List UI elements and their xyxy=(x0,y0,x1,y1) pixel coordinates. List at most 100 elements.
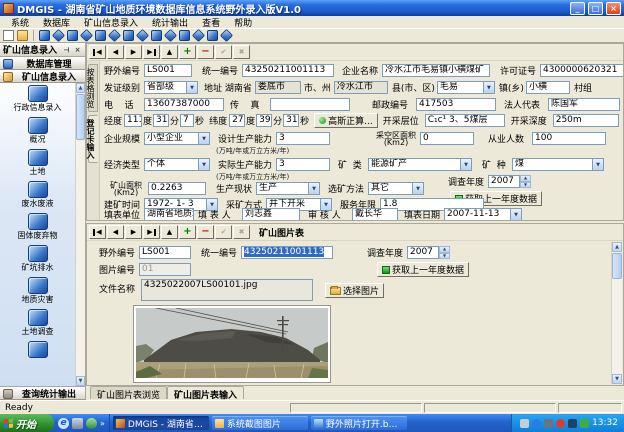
tray-icon[interactable] xyxy=(532,419,541,428)
scroll-thumb[interactable] xyxy=(612,253,622,279)
survey-year-spinner[interactable]: ▲▼ xyxy=(439,246,450,259)
cancel-record-button[interactable]: ✖ xyxy=(233,225,250,239)
sidebar-item-solid-waste[interactable]: 固体废弃物 xyxy=(0,213,75,240)
goaf-input[interactable]: 0 xyxy=(420,132,474,145)
sidebar-item-mine-drainage[interactable]: 矿坑排水 xyxy=(0,245,75,272)
delete-record-button[interactable]: − xyxy=(197,225,214,239)
quick-launch-icon[interactable] xyxy=(86,418,97,429)
sidebar-group-query-output[interactable]: 查询统计输出 xyxy=(0,387,85,400)
company-input[interactable]: 冷水江市毛易镇小横煤矿 xyxy=(382,64,490,77)
scroll-up-icon[interactable]: ▲ xyxy=(612,242,622,252)
pin-icon[interactable]: ⊤ xyxy=(62,46,71,54)
cert-level-combo[interactable]: 省部级▼ xyxy=(144,81,198,94)
fax-input[interactable] xyxy=(270,98,350,111)
scale-combo[interactable]: 小型企业▼ xyxy=(144,132,210,145)
next-record-button[interactable]: ▶ xyxy=(125,225,142,239)
prev-record-button[interactable]: ◀ xyxy=(107,45,124,59)
menu-statistics-output[interactable]: 统计输出 xyxy=(145,16,195,29)
close-button[interactable]: × xyxy=(606,2,621,15)
menu-help[interactable]: 帮助 xyxy=(227,16,259,29)
ie-icon[interactable]: e xyxy=(58,418,69,429)
lat-deg-input[interactable]: 27 xyxy=(229,114,245,127)
postal-input[interactable]: 417503 xyxy=(416,98,496,111)
mineral-class-combo[interactable]: 能源矿产▼ xyxy=(368,158,472,171)
econ-type-combo[interactable]: 个体▼ xyxy=(144,158,210,171)
confirm-record-button[interactable]: ✔ xyxy=(215,225,232,239)
design-capacity-input[interactable]: 3 xyxy=(276,132,330,145)
chevron-right-icon[interactable]: » xyxy=(100,419,105,428)
add-record-button[interactable]: + xyxy=(179,225,196,239)
tray-icon[interactable] xyxy=(544,419,553,428)
fill-date-combo[interactable]: 2007-11-13▼ xyxy=(444,208,522,220)
up-record-button[interactable]: ▲ xyxy=(161,225,178,239)
unified-no-input[interactable]: 43250211001113 xyxy=(242,64,334,77)
toolbar-icon-12[interactable] xyxy=(192,29,205,42)
open-folder-icon[interactable] xyxy=(17,30,28,41)
lat-sec-input[interactable]: 31 xyxy=(283,114,299,127)
filler-input[interactable]: 刘志鑫 xyxy=(242,208,300,220)
sidebar-item-overview[interactable]: 概况 xyxy=(0,117,75,144)
sidebar-item-land-survey[interactable]: 土地调查 xyxy=(0,309,75,336)
close-icon[interactable]: × xyxy=(73,46,82,54)
restore-button[interactable]: □ xyxy=(588,2,603,15)
last-record-button[interactable]: ▶ xyxy=(143,45,160,59)
lat-min-input[interactable]: 39 xyxy=(256,114,272,127)
menu-mine-info-entry[interactable]: 矿山信息录入 xyxy=(77,16,145,29)
tray-icon[interactable] xyxy=(520,419,529,428)
tray-icon[interactable] xyxy=(556,419,565,428)
sidebar-item-land[interactable]: 土地 xyxy=(0,149,75,176)
toolbar-icon-4[interactable] xyxy=(80,29,93,42)
menu-view[interactable]: 查看 xyxy=(195,16,227,29)
toolbar-icon-9[interactable] xyxy=(151,30,162,41)
fill-unit-input[interactable]: 湖南省地质环境 xyxy=(144,208,194,220)
sidebar-item-admin-info[interactable]: 行政信息录入 xyxy=(0,85,75,112)
last-record-button[interactable]: ▶ xyxy=(143,225,160,239)
next-record-button[interactable]: ▶ xyxy=(125,45,142,59)
depth-input[interactable]: 250m xyxy=(553,114,619,127)
toolbar-icon-6[interactable] xyxy=(108,29,121,42)
first-record-button[interactable]: ◀ xyxy=(89,45,106,59)
get-prev-year-button[interactable]: 获取上一年度数据 xyxy=(377,262,469,277)
tab-picture-input[interactable]: 矿山图片表输入 xyxy=(167,386,244,399)
survey-year-input[interactable]: 2007 xyxy=(407,246,439,259)
gauss-button[interactable]: 高斯正算... xyxy=(314,113,378,128)
prod-status-combo[interactable]: 生产▼ xyxy=(256,182,320,195)
auditor-input[interactable]: 戴长华 xyxy=(352,208,398,220)
survey-year-spinner[interactable]: ▲▼ xyxy=(520,175,531,188)
field-no-input[interactable]: LS001 xyxy=(144,64,192,77)
file-name-input[interactable]: 4325022007LS00101.jpg xyxy=(141,279,313,301)
toolbar-icon-7[interactable] xyxy=(123,30,134,41)
up-record-button[interactable]: ▲ xyxy=(161,45,178,59)
lon-deg-input[interactable]: 111 xyxy=(124,114,142,127)
actual-capacity-input[interactable]: 3 xyxy=(276,158,330,171)
toolbar-icon-8[interactable] xyxy=(136,29,149,42)
cancel-record-button[interactable]: ✖ xyxy=(233,45,250,59)
field-no-input[interactable]: LS001 xyxy=(139,246,191,259)
scroll-up-icon[interactable]: ▲ xyxy=(76,83,85,93)
sidebar-group-database[interactable]: 数据库管理 xyxy=(0,57,85,70)
confirm-record-button[interactable]: ✔ xyxy=(215,45,232,59)
sidebar-item-partial[interactable] xyxy=(0,341,75,358)
picture-panel-scrollbar[interactable]: ▲ ▼ xyxy=(611,242,622,384)
menu-system[interactable]: 系统 xyxy=(4,16,36,29)
scroll-down-icon[interactable]: ▼ xyxy=(612,374,622,384)
task-photo-viewer[interactable]: 野外照片打开.bmp -... xyxy=(311,416,407,430)
menu-database[interactable]: 数据库 xyxy=(36,16,77,29)
lon-sec-input[interactable]: 7 xyxy=(180,114,194,127)
toolbar-icon-13[interactable] xyxy=(207,30,218,41)
task-dmgis[interactable]: DMGIS - 湖南省矿... xyxy=(113,416,209,430)
mineral-kind-combo[interactable]: 煤▼ xyxy=(512,158,604,171)
tab-table-browse[interactable]: 按表格浏览 xyxy=(88,64,98,112)
legal-rep-input[interactable]: 陈国军 xyxy=(548,98,620,111)
town-input[interactable]: 小横 xyxy=(526,81,570,94)
scroll-thumb[interactable] xyxy=(76,94,85,140)
tray-icon[interactable] xyxy=(568,419,577,428)
toolbar-icon-5[interactable] xyxy=(95,30,106,41)
toolbar-icon-10[interactable] xyxy=(164,29,177,42)
toolbar-icon-1[interactable] xyxy=(39,30,50,41)
phone-input[interactable]: 13607387000 xyxy=(144,98,224,111)
prev-record-button[interactable]: ◀ xyxy=(107,225,124,239)
tab-picture-browse[interactable]: 矿山图片表浏览 xyxy=(90,386,167,399)
county-combo[interactable]: 毛易▼ xyxy=(437,81,495,94)
add-record-button[interactable]: + xyxy=(179,45,196,59)
